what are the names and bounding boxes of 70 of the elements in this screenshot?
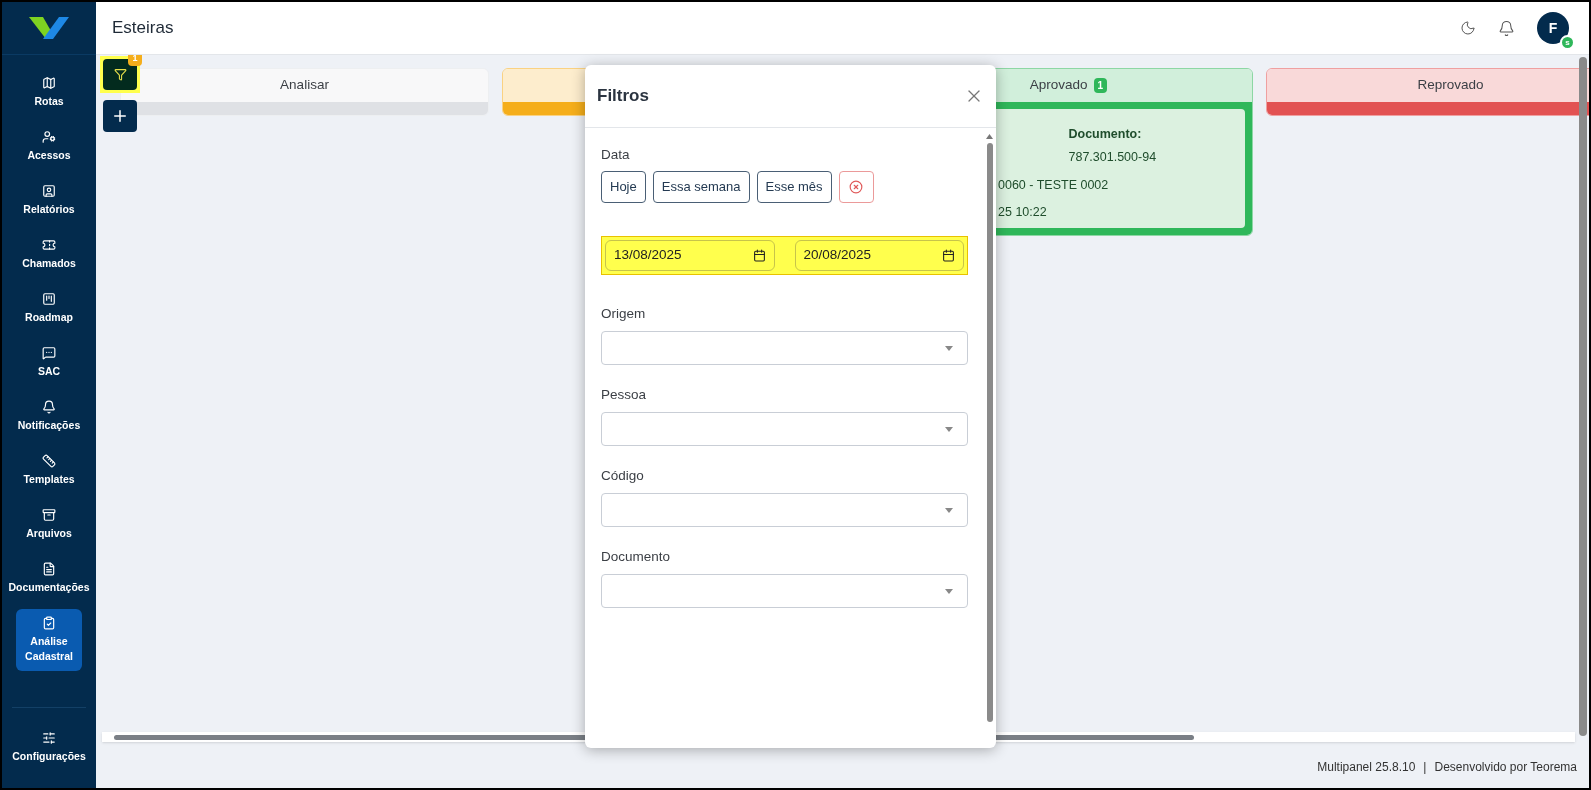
scrollbar-thumb[interactable]: [986, 143, 993, 722]
status-badge: s: [1560, 35, 1575, 50]
column-title: Aprovado: [1029, 76, 1088, 95]
select-field[interactable]: [601, 331, 968, 365]
column-title: Reprovado: [1417, 76, 1484, 95]
count-badge: 1: [128, 55, 142, 66]
vertical-scrollbar[interactable]: [1579, 57, 1587, 736]
sidebar-item[interactable]: Acessos: [4, 119, 94, 173]
document-label: Documento:: [1068, 126, 1143, 143]
sidebar-item[interactable]: Templates: [4, 443, 94, 497]
date-field[interactable]: 13/08/2025: [605, 240, 775, 271]
caret-icon: [945, 345, 953, 351]
moon-icon[interactable]: [1460, 20, 1476, 36]
bell-icon[interactable]: [1498, 19, 1515, 37]
date-field[interactable]: 20/08/2025: [794, 240, 964, 271]
scroll-up-arrow-icon[interactable]: [986, 134, 993, 139]
select-field[interactable]: [601, 574, 968, 608]
column-title: Analisar: [280, 76, 329, 95]
user-gear-icon: [42, 129, 56, 144]
chat-icon: [42, 345, 56, 360]
bell-icon: [42, 399, 56, 414]
ticket-icon: [42, 237, 56, 252]
field-label: Origem: [601, 306, 646, 321]
sidebar-item[interactable]: Configurações: [2, 708, 96, 788]
archive-icon: [42, 507, 56, 522]
page-title: Esteiras: [112, 17, 174, 40]
sidebar-item[interactable]: Rotas: [4, 65, 94, 119]
sidebar-item[interactable]: SAC: [4, 335, 94, 389]
sidebar-item[interactable]: Relatórios: [4, 173, 94, 227]
field-label: Código: [601, 468, 644, 483]
quick-date-button[interactable]: Hoje: [601, 171, 646, 203]
caret-icon: [945, 588, 953, 594]
field-label: Pessoa: [601, 387, 647, 402]
card-text: 0060 - TESTE 0002: [998, 177, 1109, 192]
calendar-icon: [942, 249, 955, 262]
version-text: Multipanel 25.8.10: [1317, 759, 1416, 776]
clear-button[interactable]: [838, 171, 874, 203]
add-button[interactable]: [103, 100, 137, 132]
portrait-icon: [42, 183, 56, 198]
sidebar-item[interactable]: Documentações: [4, 551, 94, 605]
sidebar-item[interactable]: Análise Cadastral: [16, 609, 82, 671]
sidebar-item[interactable]: Roadmap: [4, 281, 94, 335]
document-number: 787.301.500-94: [1068, 148, 1158, 166]
quick-date-button[interactable]: Essa semana: [652, 171, 750, 203]
credit-text: Desenvolvido por Teorema: [1434, 759, 1577, 776]
quick-date-button[interactable]: Esse mês: [756, 171, 832, 203]
sidebar-item[interactable]: Chamados: [4, 227, 94, 281]
plus-icon: [111, 107, 129, 125]
caret-icon: [945, 426, 953, 432]
caret-icon: [945, 507, 953, 513]
dialog-title: Filtros: [597, 85, 649, 108]
clear-icon: [849, 180, 864, 194]
map-icon: [42, 75, 56, 90]
select-field[interactable]: [601, 493, 968, 527]
clipboard-check-icon: [42, 616, 56, 630]
select-field[interactable]: [601, 412, 968, 446]
kanban-icon: [42, 291, 56, 306]
field-label: Data: [601, 147, 630, 162]
field-label: Documento: [601, 549, 671, 564]
separator: |: [1423, 759, 1427, 776]
filter-icon: [113, 68, 127, 81]
calendar-icon: [752, 249, 766, 262]
sidebar-item[interactable]: Arquivos: [4, 497, 94, 551]
logo-icon: [29, 17, 69, 39]
ruler-icon: [42, 453, 56, 468]
sliders-icon: [42, 731, 56, 746]
sidebar-item[interactable]: Notificações: [4, 389, 94, 443]
document-icon: [42, 561, 56, 576]
count-badge: 1: [1093, 78, 1108, 93]
card-text: 25 10:22: [998, 205, 1047, 220]
